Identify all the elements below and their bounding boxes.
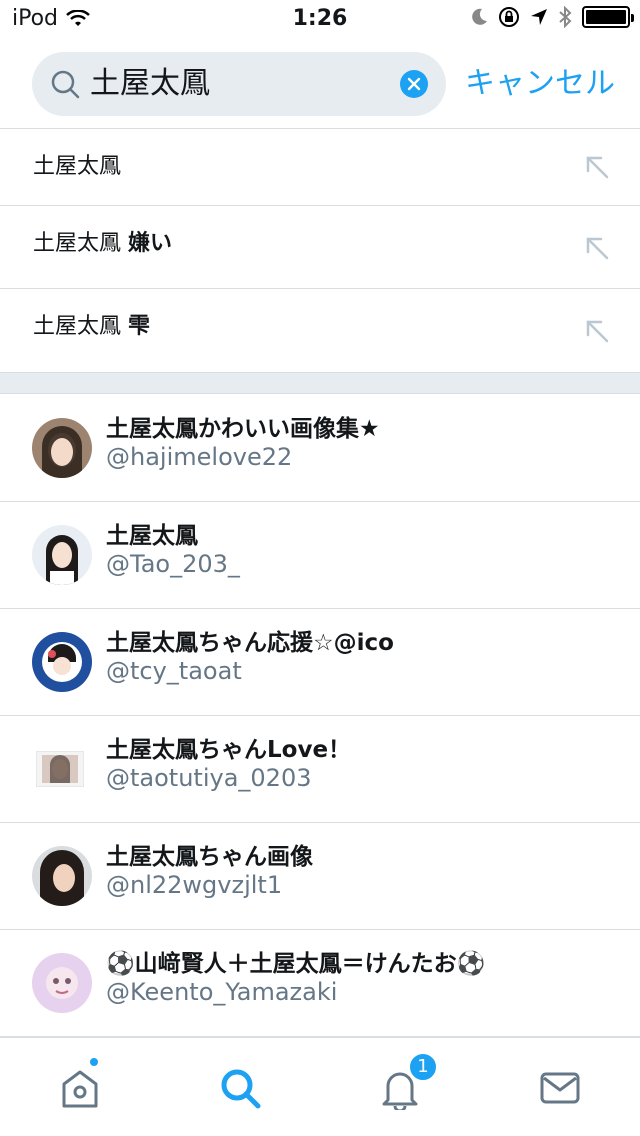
search-bar: 土屋太鳳 キャンセル xyxy=(0,40,640,128)
suggestion-base: 土屋太鳳 xyxy=(33,231,122,256)
avatar xyxy=(32,418,92,478)
fill-query-arrow-icon[interactable] xyxy=(583,234,611,262)
bluetooth-icon xyxy=(559,6,572,28)
tab-bar: 1 xyxy=(0,1037,640,1136)
suggestion-base: 土屋太鳳 xyxy=(33,154,122,179)
suggestion-item[interactable]: 土屋太鳳 嫌い xyxy=(0,206,640,288)
user-handle: @tcy_taoat xyxy=(106,657,242,685)
battery-icon xyxy=(582,6,634,28)
status-bar: iPod 1:26 xyxy=(0,0,640,40)
user-handle: @nl22wgvzjlt1 xyxy=(106,871,283,899)
user-name: ⚽山﨑賢人＋土屋太鳳＝けんたお⚽ xyxy=(106,951,486,977)
search-icon xyxy=(221,1069,261,1109)
cancel-button[interactable]: キャンセル xyxy=(465,52,615,116)
avatar xyxy=(32,953,92,1013)
suggestion-extra: 雫 xyxy=(128,314,151,339)
user-result-row[interactable]: 土屋太鳳ちゃんLove！ @taotutiya_0203 xyxy=(0,716,640,823)
section-gap xyxy=(0,372,640,394)
moon-icon xyxy=(472,8,487,25)
user-result-row[interactable]: 土屋太鳳ちゃん画像 @nl22wgvzjlt1 xyxy=(0,823,640,930)
avatar xyxy=(32,846,92,906)
user-name: 土屋太鳳かわいい画像集★ xyxy=(106,416,380,442)
user-result-row[interactable]: 土屋太鳳ちゃん応援☆@ico @tcy_taoat xyxy=(0,609,640,716)
user-name: 土屋太鳳ちゃん画像 xyxy=(106,844,313,870)
user-name: 土屋太鳳ちゃんLove！ xyxy=(106,737,352,763)
user-handle: @Tao_203_ xyxy=(106,550,240,578)
fill-query-arrow-icon[interactable] xyxy=(583,317,611,345)
avatar xyxy=(36,751,84,787)
notification-badge: 1 xyxy=(408,1052,438,1082)
user-result-row[interactable]: 土屋太鳳 @Tao_203_ xyxy=(0,502,640,609)
suggestion-text: 土屋太鳳 嫌い xyxy=(33,206,172,282)
status-right xyxy=(470,6,634,28)
tab-notifications[interactable]: 1 xyxy=(378,1052,438,1113)
search-icon xyxy=(51,70,80,99)
user-name: 土屋太鳳ちゃん応援☆@ico xyxy=(106,630,394,656)
home-icon xyxy=(62,1070,98,1108)
user-name: 土屋太鳳 xyxy=(106,523,198,549)
tab-search[interactable] xyxy=(218,1066,262,1110)
envelope-icon xyxy=(540,1072,580,1104)
user-handle: @hajimelove22 xyxy=(106,443,293,471)
clear-search-button[interactable] xyxy=(400,70,428,98)
close-icon xyxy=(407,77,421,91)
suggestion-item[interactable]: 土屋太鳳 xyxy=(0,129,640,211)
search-query-text[interactable]: 土屋太鳳 xyxy=(90,52,210,116)
user-handle: @Keento_Yamazaki xyxy=(106,978,338,1006)
location-icon xyxy=(531,9,547,25)
search-input[interactable]: 土屋太鳳 xyxy=(32,52,446,116)
suggestion-text: 土屋太鳳 xyxy=(33,129,121,205)
user-result-row[interactable]: 土屋太鳳かわいい画像集★ @hajimelove22 xyxy=(0,395,640,502)
suggestion-item[interactable]: 土屋太鳳 雫 xyxy=(0,289,640,371)
fill-query-arrow-icon[interactable] xyxy=(583,153,611,181)
avatar xyxy=(32,632,92,692)
avatar xyxy=(32,525,92,585)
battery-fill xyxy=(586,10,626,24)
user-handle: @taotutiya_0203 xyxy=(106,764,312,792)
tab-home[interactable] xyxy=(58,1056,102,1110)
suggestion-extra: 嫌い xyxy=(128,231,173,256)
rotation-lock-icon xyxy=(499,7,519,27)
tab-messages[interactable] xyxy=(538,1066,582,1110)
suggestion-base: 土屋太鳳 xyxy=(33,314,122,339)
suggestion-text: 土屋太鳳 雫 xyxy=(33,289,150,365)
new-tweets-dot xyxy=(88,1056,100,1068)
user-result-row[interactable]: ⚽山﨑賢人＋土屋太鳳＝けんたお⚽ @Keento_Yamazaki xyxy=(0,930,640,1037)
